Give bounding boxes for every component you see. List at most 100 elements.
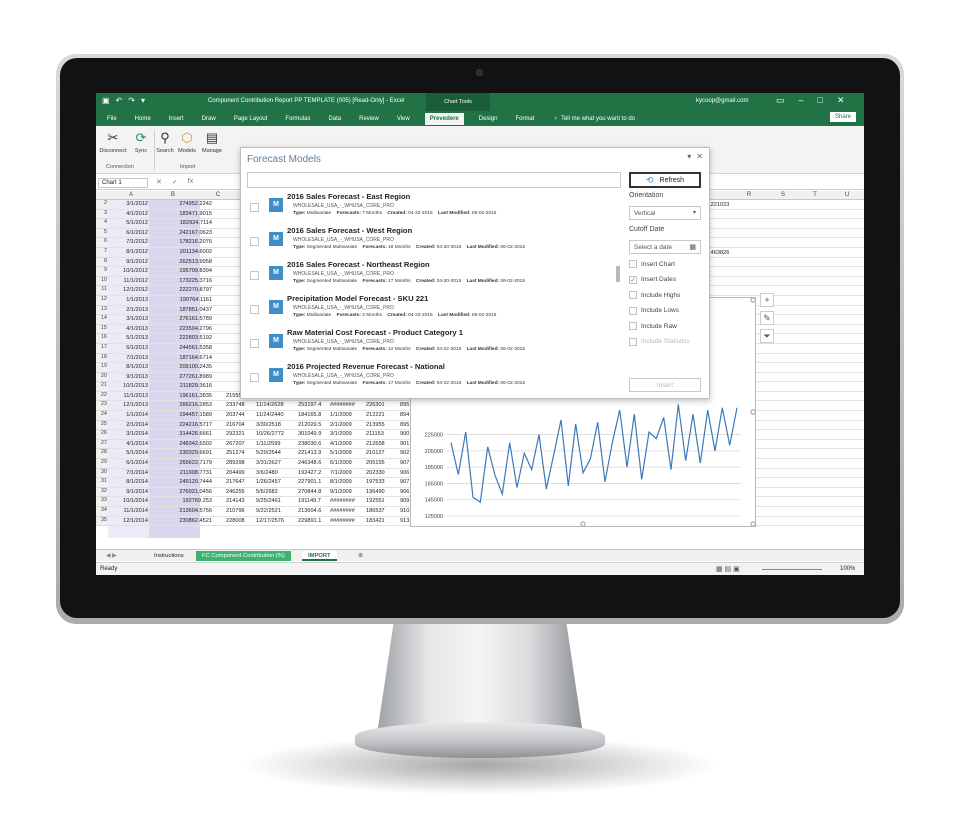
chart-filter-icon[interactable]: ⏷ bbox=[760, 329, 774, 343]
manage-button[interactable]: ▤ Manage bbox=[200, 130, 224, 154]
cell-h[interactable]: 894 bbox=[400, 412, 409, 418]
add-sheet-icon[interactable]: ⊕ bbox=[352, 551, 369, 561]
cell-h[interactable]: 901 bbox=[400, 441, 409, 447]
customize-icon[interactable]: ▾ bbox=[141, 96, 145, 105]
cell-f[interactable]: ######## bbox=[330, 508, 355, 514]
checkbox[interactable] bbox=[629, 291, 637, 299]
cell-a[interactable]: 3/1/2014 bbox=[110, 431, 148, 437]
cell-b[interactable]: 183471.9015 bbox=[156, 211, 212, 217]
option-include-lows[interactable]: Include Lows bbox=[629, 306, 679, 315]
cell-a[interactable]: 8/1/2012 bbox=[110, 249, 148, 255]
row-header[interactable]: 6 bbox=[96, 238, 108, 248]
cell-h[interactable]: 902 bbox=[400, 450, 409, 456]
cell-a[interactable]: 10/1/2014 bbox=[110, 498, 148, 504]
orientation-dropdown[interactable]: Vertical ▾ bbox=[629, 206, 701, 220]
cell-b[interactable]: 201134.6002 bbox=[156, 249, 212, 255]
cell-b[interactable]: 209100.2435 bbox=[156, 364, 212, 370]
list-item[interactable]: M Precipitation Model Forecast - SKU 221 W… bbox=[247, 292, 621, 326]
cell-f[interactable]: 9/1/2009 bbox=[330, 489, 352, 495]
tab-design[interactable]: Design bbox=[476, 114, 501, 124]
cell-b[interactable]: 178216.2076 bbox=[156, 239, 212, 245]
undo-icon[interactable]: ↶ bbox=[116, 96, 123, 105]
share-button[interactable]: Share bbox=[829, 112, 856, 122]
cell-e[interactable]: 221413.9 bbox=[298, 450, 321, 456]
insert-button[interactable]: Insert bbox=[629, 378, 701, 392]
column-header-u[interactable]: U bbox=[840, 192, 854, 198]
row-header[interactable]: 32 bbox=[96, 487, 108, 498]
ribbon-display-icon[interactable]: ▭ bbox=[776, 95, 785, 106]
row-header[interactable]: 10 bbox=[96, 276, 108, 287]
cell-a[interactable]: 12/1/2012 bbox=[110, 287, 148, 293]
resize-handle[interactable] bbox=[580, 521, 586, 527]
cell-b[interactable]: 262513.9958 bbox=[156, 259, 212, 265]
resize-handle[interactable] bbox=[750, 521, 756, 527]
cell-a[interactable]: 10/1/2012 bbox=[110, 268, 148, 274]
cell-e[interactable]: 238030.6 bbox=[298, 441, 321, 447]
panel-menu-icon[interactable]: ▾ bbox=[687, 152, 691, 161]
cell-b[interactable]: 211829.3616 bbox=[156, 383, 212, 389]
cell-a[interactable]: 12/1/2014 bbox=[110, 518, 148, 524]
cell-e[interactable]: 191149.7 bbox=[298, 498, 321, 504]
resize-handle[interactable] bbox=[750, 297, 756, 303]
cell-a[interactable]: 1/1/2013 bbox=[110, 297, 148, 303]
cell-e[interactable]: 227901.1 bbox=[298, 479, 321, 485]
cell-a[interactable]: 12/1/2013 bbox=[110, 402, 148, 408]
row-header[interactable]: 29 bbox=[96, 459, 108, 469]
cell-d[interactable]: 3/31/2627 bbox=[256, 460, 281, 466]
checkbox[interactable] bbox=[629, 306, 637, 315]
cell-a[interactable]: 7/1/2012 bbox=[110, 239, 148, 245]
cell-b[interactable]: 213604.5756 bbox=[156, 508, 212, 514]
minimize-icon[interactable]: – bbox=[799, 95, 804, 106]
resize-handle[interactable] bbox=[750, 409, 756, 415]
cell-b[interactable]: 211908.7731 bbox=[156, 470, 212, 476]
enter-icon[interactable]: ✓ bbox=[172, 178, 178, 186]
model-checkbox[interactable] bbox=[250, 305, 259, 314]
model-checkbox[interactable] bbox=[250, 339, 259, 348]
cell-e[interactable]: 270844.8 bbox=[298, 489, 321, 495]
cell-a[interactable]: 2/1/2013 bbox=[110, 307, 148, 313]
cell-d[interactable]: 11/24/2440 bbox=[256, 412, 284, 418]
cell-g[interactable]: 186537 bbox=[366, 508, 385, 514]
refresh-button[interactable]: ⟲ Refresh bbox=[629, 172, 701, 188]
cell-b[interactable]: 222803.5192 bbox=[156, 335, 212, 341]
row-header[interactable]: 25 bbox=[96, 420, 108, 431]
save-icon[interactable]: ▣ bbox=[102, 96, 110, 105]
cell-e[interactable]: 246348.6 bbox=[298, 460, 321, 466]
cell-d[interactable]: 12/17/2576 bbox=[256, 518, 284, 524]
cell-f[interactable]: 4/1/2009 bbox=[330, 441, 352, 447]
cell-b[interactable]: 224216.5717 bbox=[156, 422, 212, 428]
model-checkbox[interactable] bbox=[250, 237, 259, 246]
row-header[interactable]: 24 bbox=[96, 411, 108, 421]
view-mode-icons[interactable]: ▦ ▤ ▣ bbox=[716, 565, 740, 573]
cell-a[interactable]: 11/1/2013 bbox=[110, 393, 148, 399]
search-button[interactable]: ⚲ Search bbox=[154, 130, 176, 154]
row-header[interactable]: 8 bbox=[96, 257, 108, 268]
cell-a[interactable]: 2/1/2014 bbox=[110, 422, 148, 428]
cell-c[interactable]: 203744 bbox=[226, 412, 245, 418]
row-header[interactable]: 12 bbox=[96, 295, 108, 306]
row-header[interactable]: 34 bbox=[96, 507, 108, 517]
cell-b[interactable]: 277261.8989 bbox=[156, 374, 212, 380]
cell-a[interactable]: 11/1/2012 bbox=[110, 278, 148, 284]
cell-e[interactable]: 192427.2 bbox=[298, 470, 321, 476]
row-header[interactable]: 31 bbox=[96, 478, 108, 488]
cell-g[interactable]: 202330 bbox=[366, 470, 385, 476]
cell-f[interactable]: 1/1/2009 bbox=[330, 412, 352, 418]
cell-f[interactable]: 2/1/2009 bbox=[330, 422, 352, 428]
cell-c[interactable]: 217647 bbox=[226, 479, 245, 485]
cell-d[interactable]: 3/6/2480 bbox=[256, 470, 278, 476]
cell-g[interactable]: 197533 bbox=[366, 479, 385, 485]
cell-h[interactable]: 909 bbox=[400, 498, 409, 504]
row-header[interactable]: 26 bbox=[96, 430, 108, 440]
sheet-tab-import[interactable]: IMPORT bbox=[302, 551, 337, 561]
checkbox[interactable] bbox=[629, 260, 637, 268]
cell-c[interactable]: 210796 bbox=[226, 508, 245, 514]
cell-b[interactable]: 173225.3716 bbox=[156, 278, 212, 284]
tab-page-layout[interactable]: Page Layout bbox=[231, 114, 271, 124]
cell-e[interactable]: 229891.1 bbox=[298, 518, 321, 524]
cell-c[interactable]: 204499 bbox=[226, 470, 245, 476]
cell-b[interactable]: 196161.3835 bbox=[156, 393, 212, 399]
row-header[interactable]: 4 bbox=[96, 219, 108, 229]
cell-a[interactable]: 8/1/2014 bbox=[110, 479, 148, 485]
cell-d[interactable]: 11/14/2628 bbox=[256, 402, 284, 408]
